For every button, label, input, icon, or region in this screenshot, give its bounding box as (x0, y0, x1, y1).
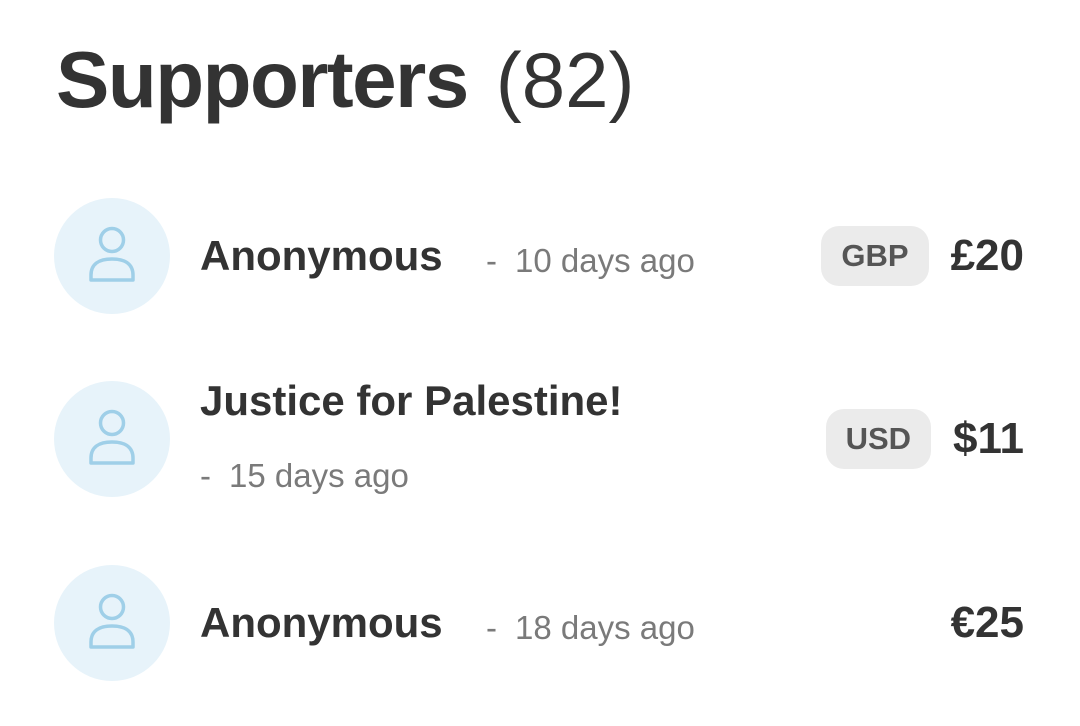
avatar (54, 198, 170, 314)
donation-amount: $11 (953, 414, 1024, 463)
time-ago: 18 days ago (515, 609, 695, 646)
separator: - (200, 457, 211, 494)
supporter-row: Justice for Palestine! - 15 days ago USD… (54, 377, 1024, 497)
user-icon (89, 593, 135, 649)
separator: - (486, 609, 497, 646)
donation-amount: £20 (950, 231, 1024, 280)
supporter-name: Anonymous (200, 599, 443, 646)
time-ago: 10 days ago (515, 242, 695, 279)
supporter-time: - 15 days ago (200, 457, 409, 495)
currency-badge: USD (825, 409, 932, 469)
avatar (54, 565, 170, 681)
supporter-time: - 10 days ago (486, 242, 695, 280)
supporters-heading: Supporters (82) (56, 34, 634, 126)
supporter-row: Anonymous - 18 days ago €25 (54, 565, 1024, 681)
avatar (54, 381, 170, 497)
supporter-name: Anonymous (200, 232, 443, 279)
user-icon (89, 226, 135, 282)
donation-amount-group: USD $11 (825, 381, 1024, 497)
supporter-count: (82) (495, 35, 635, 124)
page-title: Supporters (56, 35, 469, 124)
user-icon (89, 409, 135, 465)
separator: - (486, 242, 497, 279)
time-ago: 15 days ago (229, 457, 409, 494)
supporter-name: Justice for Palestine! (200, 377, 623, 424)
supporter-time: - 18 days ago (486, 609, 695, 647)
donation-amount: €25 (950, 598, 1024, 647)
donation-amount-group: €25 (951, 565, 1024, 681)
currency-badge: GBP (821, 226, 929, 286)
supporter-row: Anonymous - 10 days ago GBP £20 (54, 198, 1024, 314)
donation-amount-group: GBP £20 (821, 198, 1024, 314)
